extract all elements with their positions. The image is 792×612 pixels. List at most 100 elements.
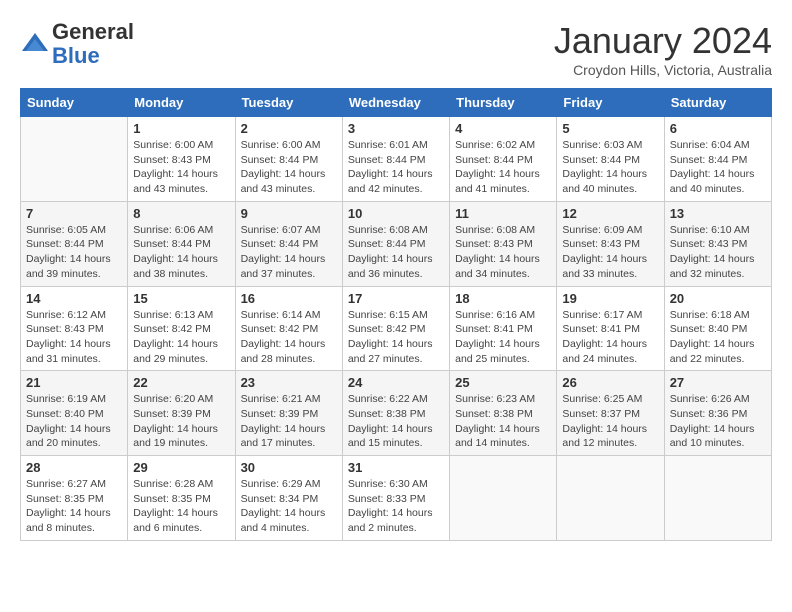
day-info: Sunrise: 6:15 AM Sunset: 8:42 PM Dayligh… xyxy=(348,308,444,367)
day-info: Sunrise: 6:13 AM Sunset: 8:42 PM Dayligh… xyxy=(133,308,229,367)
day-number: 3 xyxy=(348,121,444,136)
weekday-header-tuesday: Tuesday xyxy=(235,89,342,117)
weekday-header-friday: Friday xyxy=(557,89,664,117)
day-number: 6 xyxy=(670,121,766,136)
calendar-week-1: 7Sunrise: 6:05 AM Sunset: 8:44 PM Daylig… xyxy=(21,201,772,286)
calendar-cell: 26 Sunrise: 6:25 AM Sunset: 8:37 PM Dayli… xyxy=(557,371,664,456)
day-number: 11 xyxy=(455,206,551,221)
calendar-cell: 17 Sunrise: 6:15 AM Sunset: 8:42 PM Dayli… xyxy=(342,286,449,371)
day-number: 29 xyxy=(133,460,229,475)
calendar-cell: 29 Sunrise: 6:28 AM Sunset: 8:35 PM Dayli… xyxy=(128,456,235,541)
weekday-header-monday: Monday xyxy=(128,89,235,117)
day-number: 18 xyxy=(455,291,551,306)
calendar-cell: 7Sunrise: 6:05 AM Sunset: 8:44 PM Daylig… xyxy=(21,201,128,286)
day-info: Sunrise: 6:16 AM Sunset: 8:41 PM Dayligh… xyxy=(455,308,551,367)
calendar-cell: 9Sunrise: 6:07 AM Sunset: 8:44 PM Daylig… xyxy=(235,201,342,286)
calendar-cell: 24 Sunrise: 6:22 AM Sunset: 8:38 PM Dayli… xyxy=(342,371,449,456)
calendar-cell xyxy=(664,456,771,541)
day-info: Sunrise: 6:02 AM Sunset: 8:44 PM Dayligh… xyxy=(455,138,551,197)
day-info: Sunrise: 6:27 AM Sunset: 8:35 PM Dayligh… xyxy=(26,477,122,536)
calendar-cell: 5Sunrise: 6:03 AM Sunset: 8:44 PM Daylig… xyxy=(557,117,664,202)
day-number: 24 xyxy=(348,375,444,390)
day-info: Sunrise: 6:12 AM Sunset: 8:43 PM Dayligh… xyxy=(26,308,122,367)
calendar-cell: 6 Sunrise: 6:04 AM Sunset: 8:44 PM Daylig… xyxy=(664,117,771,202)
day-number: 17 xyxy=(348,291,444,306)
day-info: Sunrise: 6:23 AM Sunset: 8:38 PM Dayligh… xyxy=(455,392,551,451)
calendar-cell xyxy=(557,456,664,541)
day-number: 14 xyxy=(26,291,122,306)
calendar-cell xyxy=(450,456,557,541)
month-title: January 2024 xyxy=(554,20,772,62)
calendar-cell: 1 Sunrise: 6:00 AM Sunset: 8:43 PM Daylig… xyxy=(128,117,235,202)
day-number: 27 xyxy=(670,375,766,390)
header: General Blue January 2024 Croydon Hills,… xyxy=(20,20,772,78)
calendar-week-2: 14 Sunrise: 6:12 AM Sunset: 8:43 PM Dayli… xyxy=(21,286,772,371)
calendar-cell: 27 Sunrise: 6:26 AM Sunset: 8:36 PM Dayli… xyxy=(664,371,771,456)
logo: General Blue xyxy=(20,20,134,68)
calendar-cell: 11 Sunrise: 6:08 AM Sunset: 8:43 PM Dayli… xyxy=(450,201,557,286)
day-number: 22 xyxy=(133,375,229,390)
day-number: 10 xyxy=(348,206,444,221)
day-number: 8 xyxy=(133,206,229,221)
day-info: Sunrise: 6:10 AM Sunset: 8:43 PM Dayligh… xyxy=(670,223,766,282)
day-number: 2 xyxy=(241,121,337,136)
day-info: Sunrise: 6:09 AM Sunset: 8:43 PM Dayligh… xyxy=(562,223,658,282)
day-number: 13 xyxy=(670,206,766,221)
location-subtitle: Croydon Hills, Victoria, Australia xyxy=(554,62,772,78)
day-number: 26 xyxy=(562,375,658,390)
logo-icon xyxy=(20,29,50,59)
calendar-cell: 28 Sunrise: 6:27 AM Sunset: 8:35 PM Dayli… xyxy=(21,456,128,541)
calendar-cell: 20 Sunrise: 6:18 AM Sunset: 8:40 PM Dayli… xyxy=(664,286,771,371)
day-number: 25 xyxy=(455,375,551,390)
day-info: Sunrise: 6:21 AM Sunset: 8:39 PM Dayligh… xyxy=(241,392,337,451)
day-number: 5 xyxy=(562,121,658,136)
calendar-cell: 21Sunrise: 6:19 AM Sunset: 8:40 PM Dayli… xyxy=(21,371,128,456)
day-info: Sunrise: 6:30 AM Sunset: 8:33 PM Dayligh… xyxy=(348,477,444,536)
calendar-cell: 3Sunrise: 6:01 AM Sunset: 8:44 PM Daylig… xyxy=(342,117,449,202)
day-info: Sunrise: 6:19 AM Sunset: 8:40 PM Dayligh… xyxy=(26,392,122,451)
calendar-cell: 14 Sunrise: 6:12 AM Sunset: 8:43 PM Dayli… xyxy=(21,286,128,371)
day-number: 19 xyxy=(562,291,658,306)
calendar-cell: 16Sunrise: 6:14 AM Sunset: 8:42 PM Dayli… xyxy=(235,286,342,371)
calendar-cell: 12Sunrise: 6:09 AM Sunset: 8:43 PM Dayli… xyxy=(557,201,664,286)
weekday-header-thursday: Thursday xyxy=(450,89,557,117)
calendar-cell: 31Sunrise: 6:30 AM Sunset: 8:33 PM Dayli… xyxy=(342,456,449,541)
day-info: Sunrise: 6:29 AM Sunset: 8:34 PM Dayligh… xyxy=(241,477,337,536)
day-info: Sunrise: 6:04 AM Sunset: 8:44 PM Dayligh… xyxy=(670,138,766,197)
day-number: 1 xyxy=(133,121,229,136)
calendar-week-0: 1 Sunrise: 6:00 AM Sunset: 8:43 PM Daylig… xyxy=(21,117,772,202)
weekday-header-saturday: Saturday xyxy=(664,89,771,117)
day-info: Sunrise: 6:06 AM Sunset: 8:44 PM Dayligh… xyxy=(133,223,229,282)
day-number: 15 xyxy=(133,291,229,306)
day-number: 20 xyxy=(670,291,766,306)
day-info: Sunrise: 6:25 AM Sunset: 8:37 PM Dayligh… xyxy=(562,392,658,451)
calendar-table: SundayMondayTuesdayWednesdayThursdayFrid… xyxy=(20,88,772,541)
calendar-cell xyxy=(21,117,128,202)
day-info: Sunrise: 6:22 AM Sunset: 8:38 PM Dayligh… xyxy=(348,392,444,451)
calendar-cell: 2 Sunrise: 6:00 AM Sunset: 8:44 PM Daylig… xyxy=(235,117,342,202)
day-info: Sunrise: 6:18 AM Sunset: 8:40 PM Dayligh… xyxy=(670,308,766,367)
day-number: 9 xyxy=(241,206,337,221)
day-number: 28 xyxy=(26,460,122,475)
calendar-cell: 30Sunrise: 6:29 AM Sunset: 8:34 PM Dayli… xyxy=(235,456,342,541)
day-number: 16 xyxy=(241,291,337,306)
day-info: Sunrise: 6:05 AM Sunset: 8:44 PM Dayligh… xyxy=(26,223,122,282)
day-info: Sunrise: 6:20 AM Sunset: 8:39 PM Dayligh… xyxy=(133,392,229,451)
day-info: Sunrise: 6:26 AM Sunset: 8:36 PM Dayligh… xyxy=(670,392,766,451)
weekday-header-wednesday: Wednesday xyxy=(342,89,449,117)
day-info: Sunrise: 6:28 AM Sunset: 8:35 PM Dayligh… xyxy=(133,477,229,536)
day-info: Sunrise: 6:08 AM Sunset: 8:44 PM Dayligh… xyxy=(348,223,444,282)
day-info: Sunrise: 6:00 AM Sunset: 8:44 PM Dayligh… xyxy=(241,138,337,197)
logo-blue-text: Blue xyxy=(52,43,100,68)
title-block: January 2024 Croydon Hills, Victoria, Au… xyxy=(554,20,772,78)
calendar-cell: 13 Sunrise: 6:10 AM Sunset: 8:43 PM Dayli… xyxy=(664,201,771,286)
calendar-cell: 18 Sunrise: 6:16 AM Sunset: 8:41 PM Dayli… xyxy=(450,286,557,371)
page: General Blue January 2024 Croydon Hills,… xyxy=(0,0,792,551)
day-info: Sunrise: 6:00 AM Sunset: 8:43 PM Dayligh… xyxy=(133,138,229,197)
day-info: Sunrise: 6:17 AM Sunset: 8:41 PM Dayligh… xyxy=(562,308,658,367)
day-info: Sunrise: 6:08 AM Sunset: 8:43 PM Dayligh… xyxy=(455,223,551,282)
calendar-cell: 25 Sunrise: 6:23 AM Sunset: 8:38 PM Dayli… xyxy=(450,371,557,456)
calendar-week-4: 28 Sunrise: 6:27 AM Sunset: 8:35 PM Dayli… xyxy=(21,456,772,541)
calendar-header-row: SundayMondayTuesdayWednesdayThursdayFrid… xyxy=(21,89,772,117)
logo-general-text: General xyxy=(52,19,134,44)
